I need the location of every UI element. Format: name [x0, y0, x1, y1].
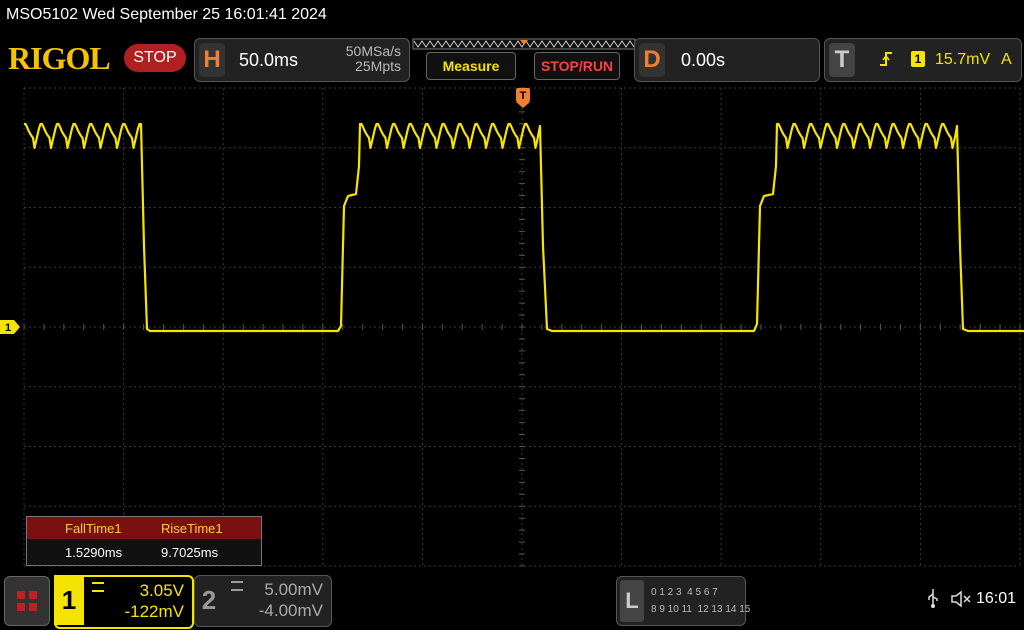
channel-2-scale: 5.00mV — [264, 580, 323, 599]
measurement-name-rise: RiseTime1 — [157, 517, 261, 539]
horizontal-letter: H — [199, 43, 225, 77]
logic-row-low: 0 1 2 3 4 5 6 7 — [651, 587, 718, 598]
run-state-badge[interactable]: STOP — [124, 44, 186, 72]
measurement-name-fall: FallTime1 — [27, 517, 157, 539]
logic-channels-panel[interactable]: L 0 1 2 3 4 5 6 7 8 9 10 11 12 13 14 15 — [616, 576, 750, 626]
trigger-marker-label: T — [520, 90, 527, 102]
channel-1-trace — [24, 122, 1024, 333]
measurement-panel[interactable]: FallTime1 RiseTime1 1.5290ms 9.7025ms — [26, 516, 262, 566]
horizontal-panel[interactable]: H 50.0ms 50MSa/s 25Mpts — [194, 38, 410, 82]
channel-1-number: 1 — [54, 575, 84, 625]
title-bar: MSO5102 Wed September 25 16:01:41 2024 — [0, 0, 1024, 32]
speaker-muted-icon[interactable] — [950, 589, 972, 609]
logic-row-high: 8 9 10 11 12 13 14 15 — [651, 604, 751, 615]
rising-edge-icon — [880, 52, 892, 66]
channel-2-settings[interactable]: 2 5.00mV -4.00mV — [194, 575, 332, 627]
logic-letter: L — [620, 580, 644, 622]
delay-panel[interactable]: D 0.00s — [634, 38, 820, 82]
rigol-logo: RIGOL — [8, 40, 111, 76]
trigger-level: 15.7mV — [935, 51, 991, 68]
trigger-panel[interactable]: T 1 15.7mV A — [824, 38, 1022, 82]
title-text: MSO5102 Wed September 25 16:01:41 2024 — [6, 6, 327, 23]
measurement-value-fall: 1.5290ms — [65, 545, 123, 560]
delay-letter: D — [639, 43, 665, 77]
measurement-value-rise: 9.7025ms — [161, 545, 219, 560]
channel-1-settings[interactable]: 1 3.05V -122mV — [54, 575, 194, 629]
channel-2-number: 2 — [201, 585, 217, 615]
channel-1-marker-label: 1 — [5, 322, 11, 334]
channel-1-ground-marker: 1 — [0, 320, 20, 334]
graticule — [23, 87, 1021, 567]
trigger-position-marker: T — [516, 88, 530, 108]
delay-value: 0.00s — [681, 50, 726, 70]
sample-rate: 50MSa/s — [345, 43, 401, 59]
measure-button[interactable]: Measure — [426, 52, 516, 80]
stop-run-button[interactable]: STOP/RUN — [534, 52, 620, 80]
channel-2-offset: -4.00mV — [258, 601, 323, 620]
memory-depth: 25Mpts — [355, 58, 401, 74]
usb-icon — [928, 589, 938, 608]
trigger-mode: A — [1001, 51, 1012, 68]
grid-menu-icon — [17, 591, 37, 611]
menu-button[interactable] — [4, 576, 50, 626]
timebase-value: 50.0ms — [239, 50, 299, 70]
clock: 16:01 — [976, 590, 1017, 607]
dc-coupling-icon — [231, 581, 243, 591]
trigger-channel-badge: 1 — [911, 51, 925, 67]
waveform-display[interactable]: T 1 — [0, 86, 1024, 568]
channel-1-scale: 3.05V — [139, 581, 184, 600]
channel-1-offset: -122mV — [124, 602, 184, 621]
trigger-letter: T — [829, 43, 855, 77]
memory-overview-strip[interactable] — [412, 38, 636, 50]
dc-coupling-icon — [92, 582, 104, 592]
